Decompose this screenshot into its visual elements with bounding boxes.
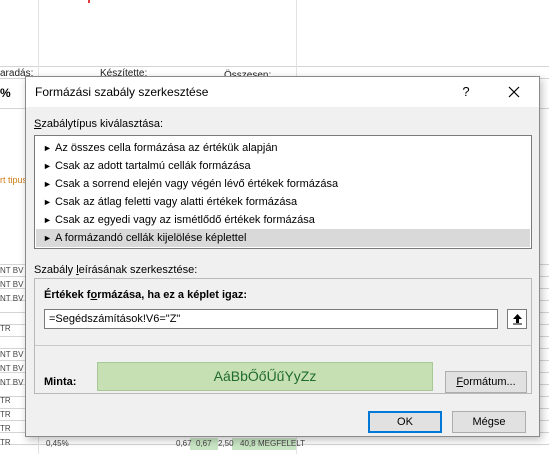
arrow-right-icon: ► xyxy=(43,215,52,225)
row-label: TR xyxy=(0,424,11,433)
row-label: TR xyxy=(0,324,11,333)
cell-value: 40,8 xyxy=(240,439,256,448)
arrow-right-icon: ► xyxy=(43,143,52,153)
row-label: TR xyxy=(0,438,11,447)
close-button[interactable] xyxy=(496,79,532,105)
cell-value: 2,50 xyxy=(218,439,234,448)
edit-formatting-rule-dialog: Formázási szabály szerkesztése ? Szabály… xyxy=(25,76,540,437)
rule-type-item[interactable]: ► Csak a sorrend elején vagy végén lévő é… xyxy=(36,175,530,193)
title-bar: Formázási szabály szerkesztése ? xyxy=(26,77,539,107)
arrow-right-icon: ► xyxy=(43,179,52,189)
arrow-right-icon: ► xyxy=(43,197,52,207)
cell-value: 0,67 xyxy=(176,439,192,448)
divider xyxy=(35,345,531,346)
row-label: TR xyxy=(0,410,11,419)
preview-label: Minta: xyxy=(44,376,77,388)
row-label: TR xyxy=(0,396,11,405)
formula-input[interactable]: =Segédszámítások!V6="Z" xyxy=(44,309,498,329)
percent-cell: % xyxy=(0,86,11,100)
cell-value: MEGFELELT xyxy=(258,439,305,448)
format-preview: AáBbŐőŰűYyZz xyxy=(97,362,433,391)
rule-description-label: Szabály leírásának szerkesztése: xyxy=(34,264,198,276)
arrow-right-icon: ► xyxy=(43,161,52,171)
rule-type-item[interactable]: ► Csak az adott tartalmú cellák formázása xyxy=(36,157,530,175)
ok-button[interactable]: OK xyxy=(368,411,442,433)
format-button[interactable]: Formátum... xyxy=(445,371,527,393)
arrow-right-icon: ► xyxy=(43,233,52,243)
rule-type-label: Szabálytípus kiválasztása: xyxy=(34,118,164,130)
collapse-dialog-button[interactable] xyxy=(507,309,527,329)
rule-type-item[interactable]: ► Az összes cella formázása az értékük al… xyxy=(36,139,530,157)
rule-type-list[interactable]: ► Az összes cella formázása az értékük al… xyxy=(34,135,532,249)
rule-type-item[interactable]: ► Csak az átlag feletti vagy alatti érték… xyxy=(36,193,530,211)
rule-type-item[interactable]: ► Csak az egyedi vagy az ismétlődő értéke… xyxy=(36,211,530,229)
dialog-title: Formázási szabály szerkesztése xyxy=(35,85,209,99)
help-button[interactable]: ? xyxy=(451,79,481,105)
cell-value: 0,67 xyxy=(196,439,212,448)
formula-label: Értékek formázása, ha ez a képlet igaz: xyxy=(44,289,248,301)
rule-type-item-selected[interactable]: ► A formázandó cellák kijelölése képlette… xyxy=(36,229,530,247)
red-marker xyxy=(88,0,90,3)
collapse-arrow-icon xyxy=(513,314,522,325)
close-icon xyxy=(508,86,520,98)
orange-note: rt tipus xyxy=(0,175,28,185)
cancel-button[interactable]: Mégse xyxy=(452,411,526,433)
cell-value: 0,45% xyxy=(46,439,69,448)
rule-description-panel: Értékek formázása, ha ez a képlet igaz: … xyxy=(34,278,532,394)
